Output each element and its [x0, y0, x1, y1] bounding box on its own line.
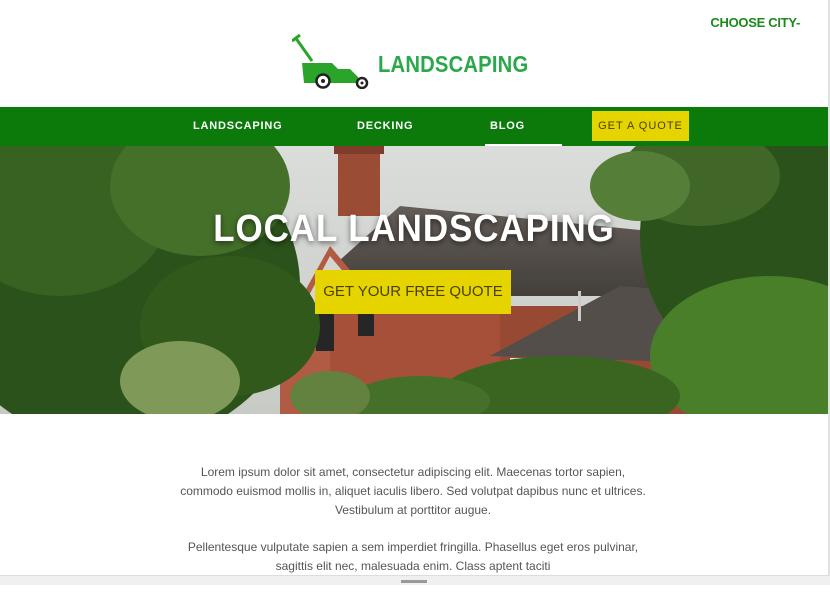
bottom-handle[interactable]: [401, 580, 427, 583]
content-paragraph: Lorem ipsum dolor sit amet, consectetur …: [180, 465, 646, 517]
nav-item-landscaping[interactable]: LANDSCAPING: [193, 107, 282, 146]
main-nav: LANDSCAPING DECKING BLOG: [0, 107, 828, 146]
content-paragraph: Pellentesque vulputate sapien a sem impe…: [187, 540, 639, 573]
hero-title: LOCAL LANDSCAPING: [213, 208, 615, 250]
nav-item-decking[interactable]: DECKING: [357, 107, 413, 146]
lawnmower-icon: [292, 33, 369, 89]
site-header: CHOOSE CITY- LANDSCAPING: [0, 0, 830, 107]
site-logo[interactable]: LANDSCAPING: [292, 33, 549, 89]
get-a-quote-button[interactable]: GET A QUOTE: [592, 111, 689, 141]
hero-banner: LOCAL LANDSCAPING GET YOUR FREE QUOTE: [0, 146, 828, 414]
nav-item-blog[interactable]: BLOG: [490, 107, 525, 146]
get-free-quote-button[interactable]: GET YOUR FREE QUOTE: [315, 270, 511, 314]
logo-text: LANDSCAPING: [378, 50, 529, 77]
choose-city-dropdown[interactable]: CHOOSE CITY-: [710, 15, 800, 30]
